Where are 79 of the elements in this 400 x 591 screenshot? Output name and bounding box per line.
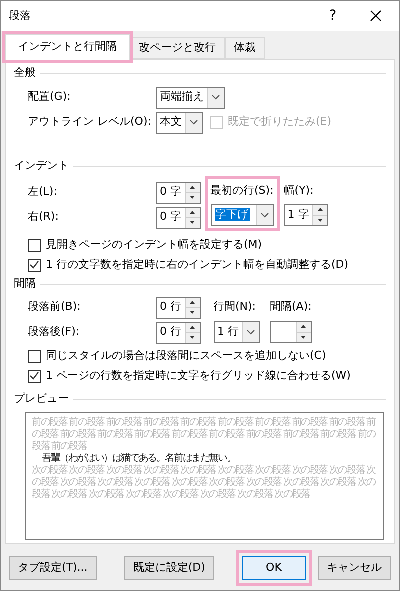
field-label: 行間(N): xyxy=(214,299,258,316)
spin-field[interactable] xyxy=(270,321,312,343)
spin-up-button[interactable] xyxy=(186,208,200,218)
preview-text: 段落 前の段落 xyxy=(32,441,87,453)
triangle-up-icon xyxy=(190,300,195,304)
checkbox[interactable] xyxy=(28,258,41,272)
field-label: 左(L): xyxy=(28,184,58,200)
section-heading: 間隔 xyxy=(14,276,36,292)
dropdown-field[interactable]: 両端揃え xyxy=(156,86,225,108)
preview-text: 吾輩（わがはい）は猫である。名前はまだ無い。 xyxy=(41,453,236,464)
field-label: 右(R): xyxy=(28,209,60,226)
spin-field[interactable]: 0 字 xyxy=(156,182,200,204)
triangle-up-icon xyxy=(190,210,195,214)
spin-down-button[interactable] xyxy=(186,308,200,318)
tab[interactable]: インデントと行間隔 xyxy=(5,34,130,60)
triangle-up-icon xyxy=(301,325,306,328)
spin-up-button[interactable] xyxy=(186,322,200,333)
checkmark-icon xyxy=(30,372,39,380)
checkbox-label: 見開きページのインデント幅を設定する(M) xyxy=(46,236,262,253)
dialog-button[interactable]: キャンセル xyxy=(318,556,391,580)
triangle-down-icon xyxy=(190,336,195,340)
field-label: 段落後(F): xyxy=(28,324,81,340)
preview-text: の段落 次の段落 次の段落 次の段落 次の段落 次の段落 次の段落 次の段落 次の段落 次の xyxy=(32,477,376,488)
field-label: 幅(Y): xyxy=(284,183,315,200)
field-label: 配置(G): xyxy=(28,89,72,106)
checkbox[interactable] xyxy=(28,350,41,362)
window-title: 段落 xyxy=(9,8,32,24)
dropdown-field[interactable]: 1 行 xyxy=(214,321,260,343)
spin-field[interactable]: 0 字 xyxy=(156,206,200,228)
preview-text: 次の段落 次の段落 次の段落 次の段落 次の段落 次の段落 次の段落 次の段落 次の段落 次 xyxy=(32,465,376,476)
chevron-down-icon xyxy=(190,120,198,125)
spin-up-button[interactable] xyxy=(186,182,200,193)
section-heading: インデント xyxy=(14,158,69,174)
triangle-up-icon xyxy=(318,208,323,212)
triangle-down-icon xyxy=(318,218,323,222)
checkbox[interactable] xyxy=(28,238,41,252)
triangle-down-icon xyxy=(190,196,195,200)
help-button[interactable]: ? xyxy=(313,1,353,31)
spin-up-button[interactable] xyxy=(296,322,311,332)
field-label: 最初の行(S): xyxy=(210,183,274,200)
spin-field[interactable]: 1 字 xyxy=(284,204,328,226)
spin-field[interactable]: 0 行 xyxy=(156,296,200,318)
section-heading: 全般 xyxy=(14,64,36,81)
spin-up-button[interactable] xyxy=(313,205,328,216)
dropdown-field[interactable]: 字下げ xyxy=(210,204,274,226)
checkbox-label: 同じスタイルの場合は段落間にスペースを追加しない(C) xyxy=(46,348,326,364)
field-label: 間隔(A): xyxy=(270,299,312,316)
tab[interactable]: 改ページと改行 xyxy=(130,37,225,59)
spin-down-button[interactable] xyxy=(186,333,200,342)
section-heading: プレビュー xyxy=(14,390,69,407)
spin-down-button[interactable] xyxy=(296,332,311,342)
checkbox-label: 1 ページの行数を指定時に文字を行グリッド線に合わせる(W) xyxy=(46,368,351,384)
checkbox[interactable] xyxy=(28,370,41,382)
preview-text: の段落 前の段落 前の段落 前の段落 前の段落 前の段落 前の段落 前の段落 前の段落 前の xyxy=(32,429,376,440)
preview-text: 前の段落 前の段落 前の段落 前の段落 前の段落 前の段落 前の段落 前の段落 前の段落 前 xyxy=(32,417,376,428)
chevron-down-icon xyxy=(212,95,220,100)
dialog-button[interactable]: 既定に設定(D) xyxy=(124,556,214,580)
checkbox-label: 1 行の文字数を指定時に右のインデント幅を自動調整する(D) xyxy=(46,256,349,273)
dialog-button[interactable]: タブ設定(T)... xyxy=(9,556,97,580)
triangle-down-icon xyxy=(190,311,195,314)
tab[interactable]: 体裁 xyxy=(225,37,265,59)
chevron-down-icon xyxy=(247,330,255,334)
checkmark-icon xyxy=(30,261,39,269)
chevron-down-icon xyxy=(260,212,269,218)
dropdown-field[interactable]: 本文 xyxy=(156,112,203,134)
dialog-button[interactable]: OK xyxy=(242,556,306,580)
spin-field[interactable]: 0 行 xyxy=(156,322,200,344)
triangle-up-icon xyxy=(190,326,195,329)
spin-down-button[interactable] xyxy=(186,193,200,202)
preview-text: 段落 次の段落 次の段落 次の段落 次の段落 次の段落 次の段落 次の段落 xyxy=(32,489,310,501)
field-label: アウトライン レベル(O): xyxy=(28,114,152,130)
triangle-down-icon xyxy=(301,336,306,339)
spin-down-button[interactable] xyxy=(186,218,200,228)
triangle-up-icon xyxy=(190,186,195,189)
field-label: 段落前(B): xyxy=(28,299,82,316)
spin-up-button[interactable] xyxy=(186,298,200,308)
checkbox-label: 既定で折りたたみ(E) xyxy=(228,114,332,130)
close-icon xyxy=(370,10,382,22)
triangle-down-icon xyxy=(190,221,195,224)
